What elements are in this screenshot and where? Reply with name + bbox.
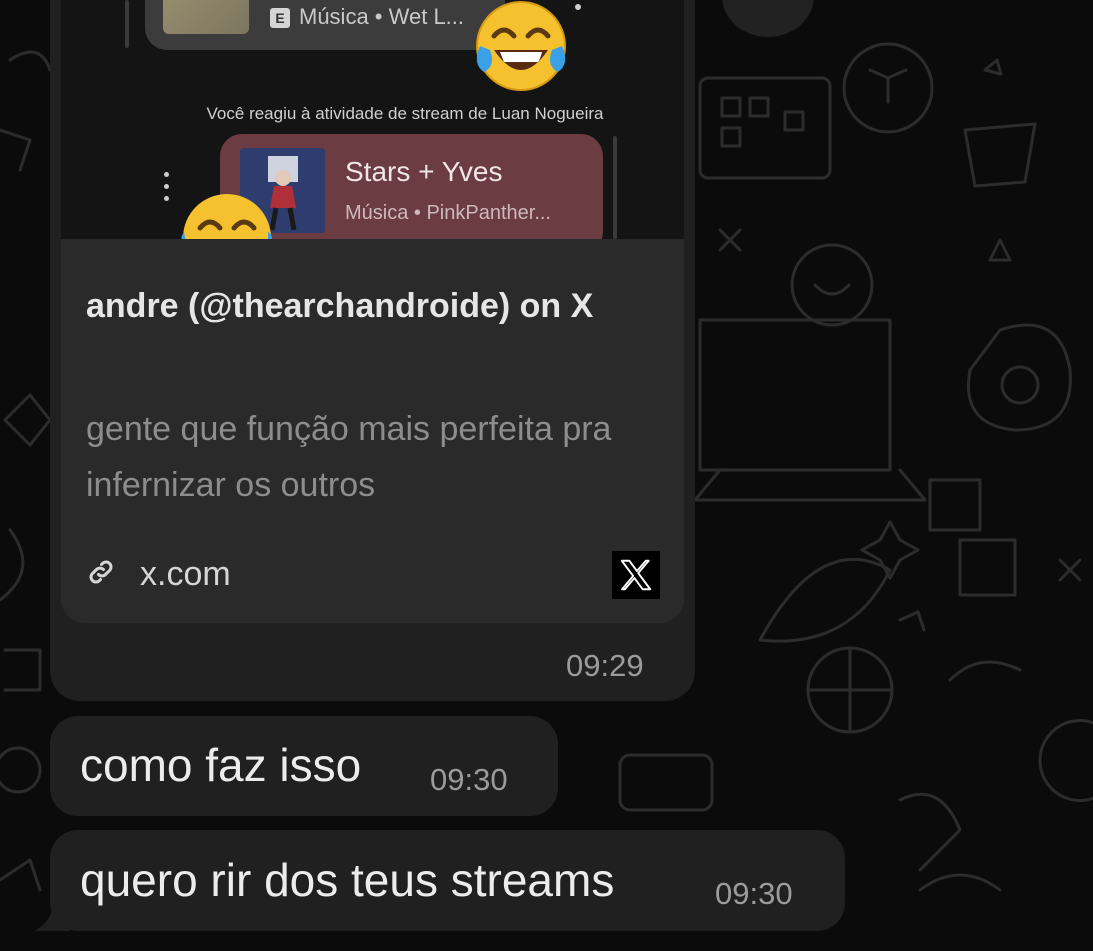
message-timestamp: 09:30 [715, 876, 793, 911]
music-activity-card: Stars + Yves Música • PinkPanther... [220, 134, 603, 254]
laughing-tears-emoji-icon [476, 1, 566, 91]
embedded-activity-card: E Música • Wet L... [145, 0, 505, 50]
more-options-icon [575, 4, 581, 10]
link-preview-description: gente que função mais perfeita pra infer… [86, 410, 612, 504]
reaction-notice: Você reagiu à atividade de stream de Lua… [206, 104, 604, 123]
explicit-badge: E [270, 8, 290, 28]
link-preview-title: andre (@thearchandroide) on X [86, 287, 594, 325]
message-timestamp: 09:30 [430, 762, 508, 797]
embed-subtitle: Música • Wet L... [299, 4, 465, 29]
link-icon [89, 560, 113, 584]
music-title: Stars + Yves [345, 156, 503, 187]
message-text: como faz isso [80, 739, 362, 791]
link-preview-domain: x.com [140, 555, 231, 593]
message-timestamp: 09:29 [566, 648, 644, 683]
album-thumbnail [163, 0, 249, 34]
link-preview-card[interactable]: andre (@thearchandroide) on X gente que … [61, 239, 684, 623]
laughing-tears-emoji-icon [181, 194, 272, 239]
x-logo-icon [612, 551, 660, 599]
more-options-icon[interactable] [164, 172, 170, 208]
music-subtitle: Música • PinkPanther... [345, 202, 551, 224]
message-text: quero rir dos teus streams [80, 854, 615, 906]
